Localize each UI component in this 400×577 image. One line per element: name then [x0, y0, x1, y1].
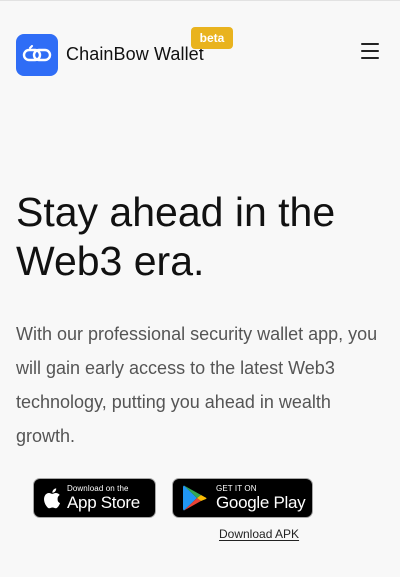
site-header: ChainBow Wallet beta: [0, 0, 400, 90]
brand-name[interactable]: ChainBow Wallet: [66, 44, 204, 65]
app-store-button[interactable]: Download on the App Store: [33, 478, 156, 518]
hero-description: With our professional security wallet ap…: [16, 324, 378, 446]
beta-badge: beta: [191, 27, 233, 49]
google-play-icon: [183, 485, 207, 511]
hamburger-menu-icon[interactable]: [361, 42, 379, 60]
google-play-label: Google Play: [216, 493, 306, 512]
google-play-small-label: GET IT ON: [216, 484, 257, 493]
chain-link-icon: [22, 45, 52, 62]
google-play-button[interactable]: GET IT ON Google Play: [172, 478, 313, 518]
apple-icon: [44, 488, 60, 509]
app-store-small-label: Download on the: [67, 484, 129, 493]
hero-title: Stay ahead in the Web3 era.: [16, 189, 336, 284]
brand-logo[interactable]: [16, 34, 58, 76]
download-apk-link[interactable]: Download APK: [219, 527, 299, 541]
app-store-label: App Store: [67, 493, 140, 512]
